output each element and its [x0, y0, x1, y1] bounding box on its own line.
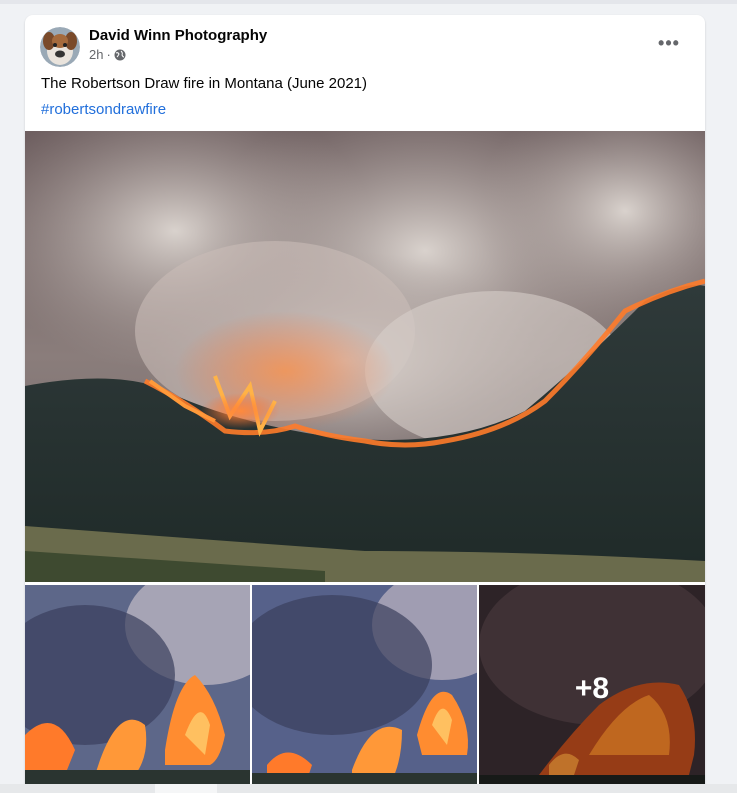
photo-thumbnail-2[interactable] [252, 585, 477, 793]
avatar[interactable] [40, 27, 80, 67]
post-time[interactable]: 2h [89, 47, 103, 62]
scrollbar-thumb[interactable] [155, 784, 217, 793]
photo-thumbnail-1[interactable] [25, 585, 250, 793]
more-photos-overlay[interactable]: +8 [479, 585, 705, 793]
author-name[interactable]: David Winn Photography [89, 27, 267, 44]
horizontal-scrollbar[interactable] [0, 784, 737, 793]
post-meta: 2h · [89, 47, 126, 62]
globe-icon[interactable] [114, 49, 126, 61]
post-card: David Winn Photography 2h · ••• The Robe… [25, 15, 705, 793]
top-strip [0, 0, 737, 4]
main-photo[interactable] [25, 131, 705, 582]
more-options-button[interactable]: ••• [655, 33, 683, 53]
meta-separator: · [106, 47, 111, 62]
more-options-icon: ••• [658, 32, 680, 53]
hashtag-link[interactable]: #robertsondrawfire [41, 101, 166, 118]
photo-thumbnail-3[interactable]: +8 [479, 585, 705, 793]
dog-avatar-icon [40, 27, 80, 67]
post-caption: The Robertson Draw fire in Montana (June… [41, 75, 368, 92]
